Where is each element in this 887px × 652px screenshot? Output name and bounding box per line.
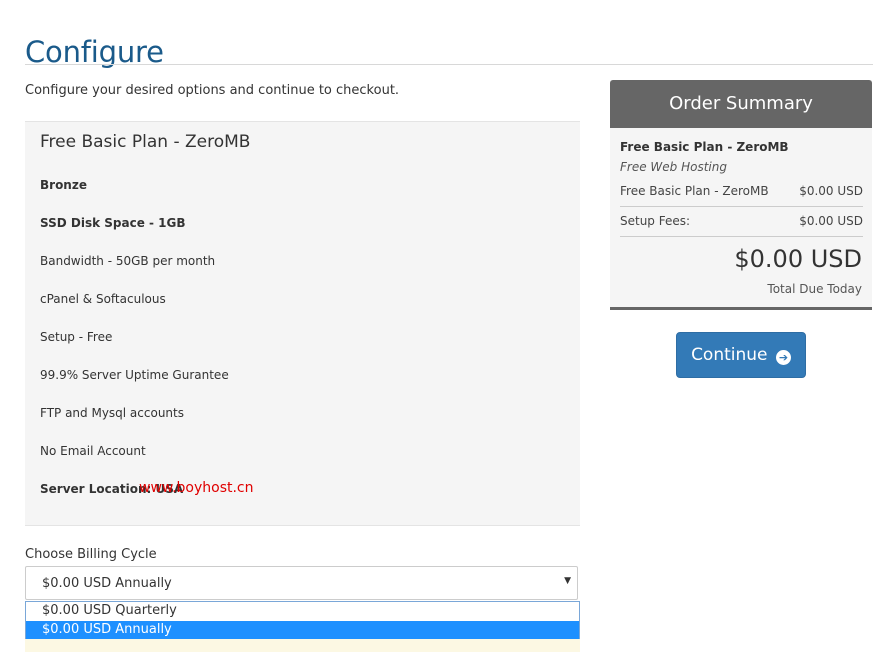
feature-item: Bandwidth - 50GB per month [40, 254, 216, 268]
billing-cycle-dropdown[interactable]: $0.00 USD Quarterly $0.00 USD Annually [25, 601, 580, 639]
feature-item: SSD Disk Space - 1GB [40, 216, 186, 230]
summary-total-amount: $0.00 USD [734, 245, 862, 273]
feature-item: Setup - Free [40, 330, 113, 344]
notice-strip [25, 639, 580, 652]
summary-setup-fees: Setup Fees: $0.00 USD [620, 214, 863, 232]
feature-item: FTP and Mysql accounts [40, 406, 184, 420]
summary-product-name: Free Basic Plan - ZeroMB [620, 140, 789, 154]
feature-item: Bronze [40, 178, 87, 192]
summary-line-item: Free Basic Plan - ZeroMB $0.00 USD [620, 184, 863, 202]
product-name: Free Basic Plan - ZeroMB [40, 132, 251, 152]
watermark-text: www.boyhost.cn [139, 480, 254, 496]
summary-divider [620, 236, 863, 237]
feature-item: cPanel & Softaculous [40, 292, 166, 306]
summary-line-item-label: Free Basic Plan - ZeroMB [620, 184, 769, 198]
billing-option-annually[interactable]: $0.00 USD Annually [26, 621, 579, 639]
arrow-circle-right-icon: ➔ [775, 350, 791, 365]
feature-item: No Email Account [40, 444, 146, 458]
summary-setup-label: Setup Fees: [620, 214, 691, 228]
summary-divider [620, 206, 863, 207]
order-summary-panel: Order Summary Free Basic Plan - ZeroMB F… [610, 80, 872, 310]
billing-cycle-selected-value: $0.00 USD Annually [42, 576, 172, 591]
intro-text: Configure your desired options and conti… [25, 83, 400, 98]
summary-product-group: Free Web Hosting [620, 160, 727, 174]
order-summary-heading: Order Summary [610, 80, 872, 128]
billing-option-quarterly[interactable]: $0.00 USD Quarterly [26, 602, 579, 620]
summary-total-label: Total Due Today [767, 282, 862, 296]
summary-setup-price: $0.00 USD [799, 214, 863, 228]
continue-button-label: Continue [691, 345, 768, 365]
product-info-panel: Free Basic Plan - ZeroMB Bronze SSD Disk… [25, 121, 580, 526]
caret-down-icon: ▼ [564, 576, 571, 586]
feature-item: 99.9% Server Uptime Gurantee [40, 368, 229, 382]
billing-cycle-label: Choose Billing Cycle [25, 547, 157, 562]
billing-cycle-select[interactable]: $0.00 USD Annually ▼ [25, 566, 578, 600]
title-divider [25, 64, 873, 65]
summary-line-item-price: $0.00 USD [799, 184, 863, 198]
continue-button[interactable]: Continue ➔ [676, 332, 806, 378]
